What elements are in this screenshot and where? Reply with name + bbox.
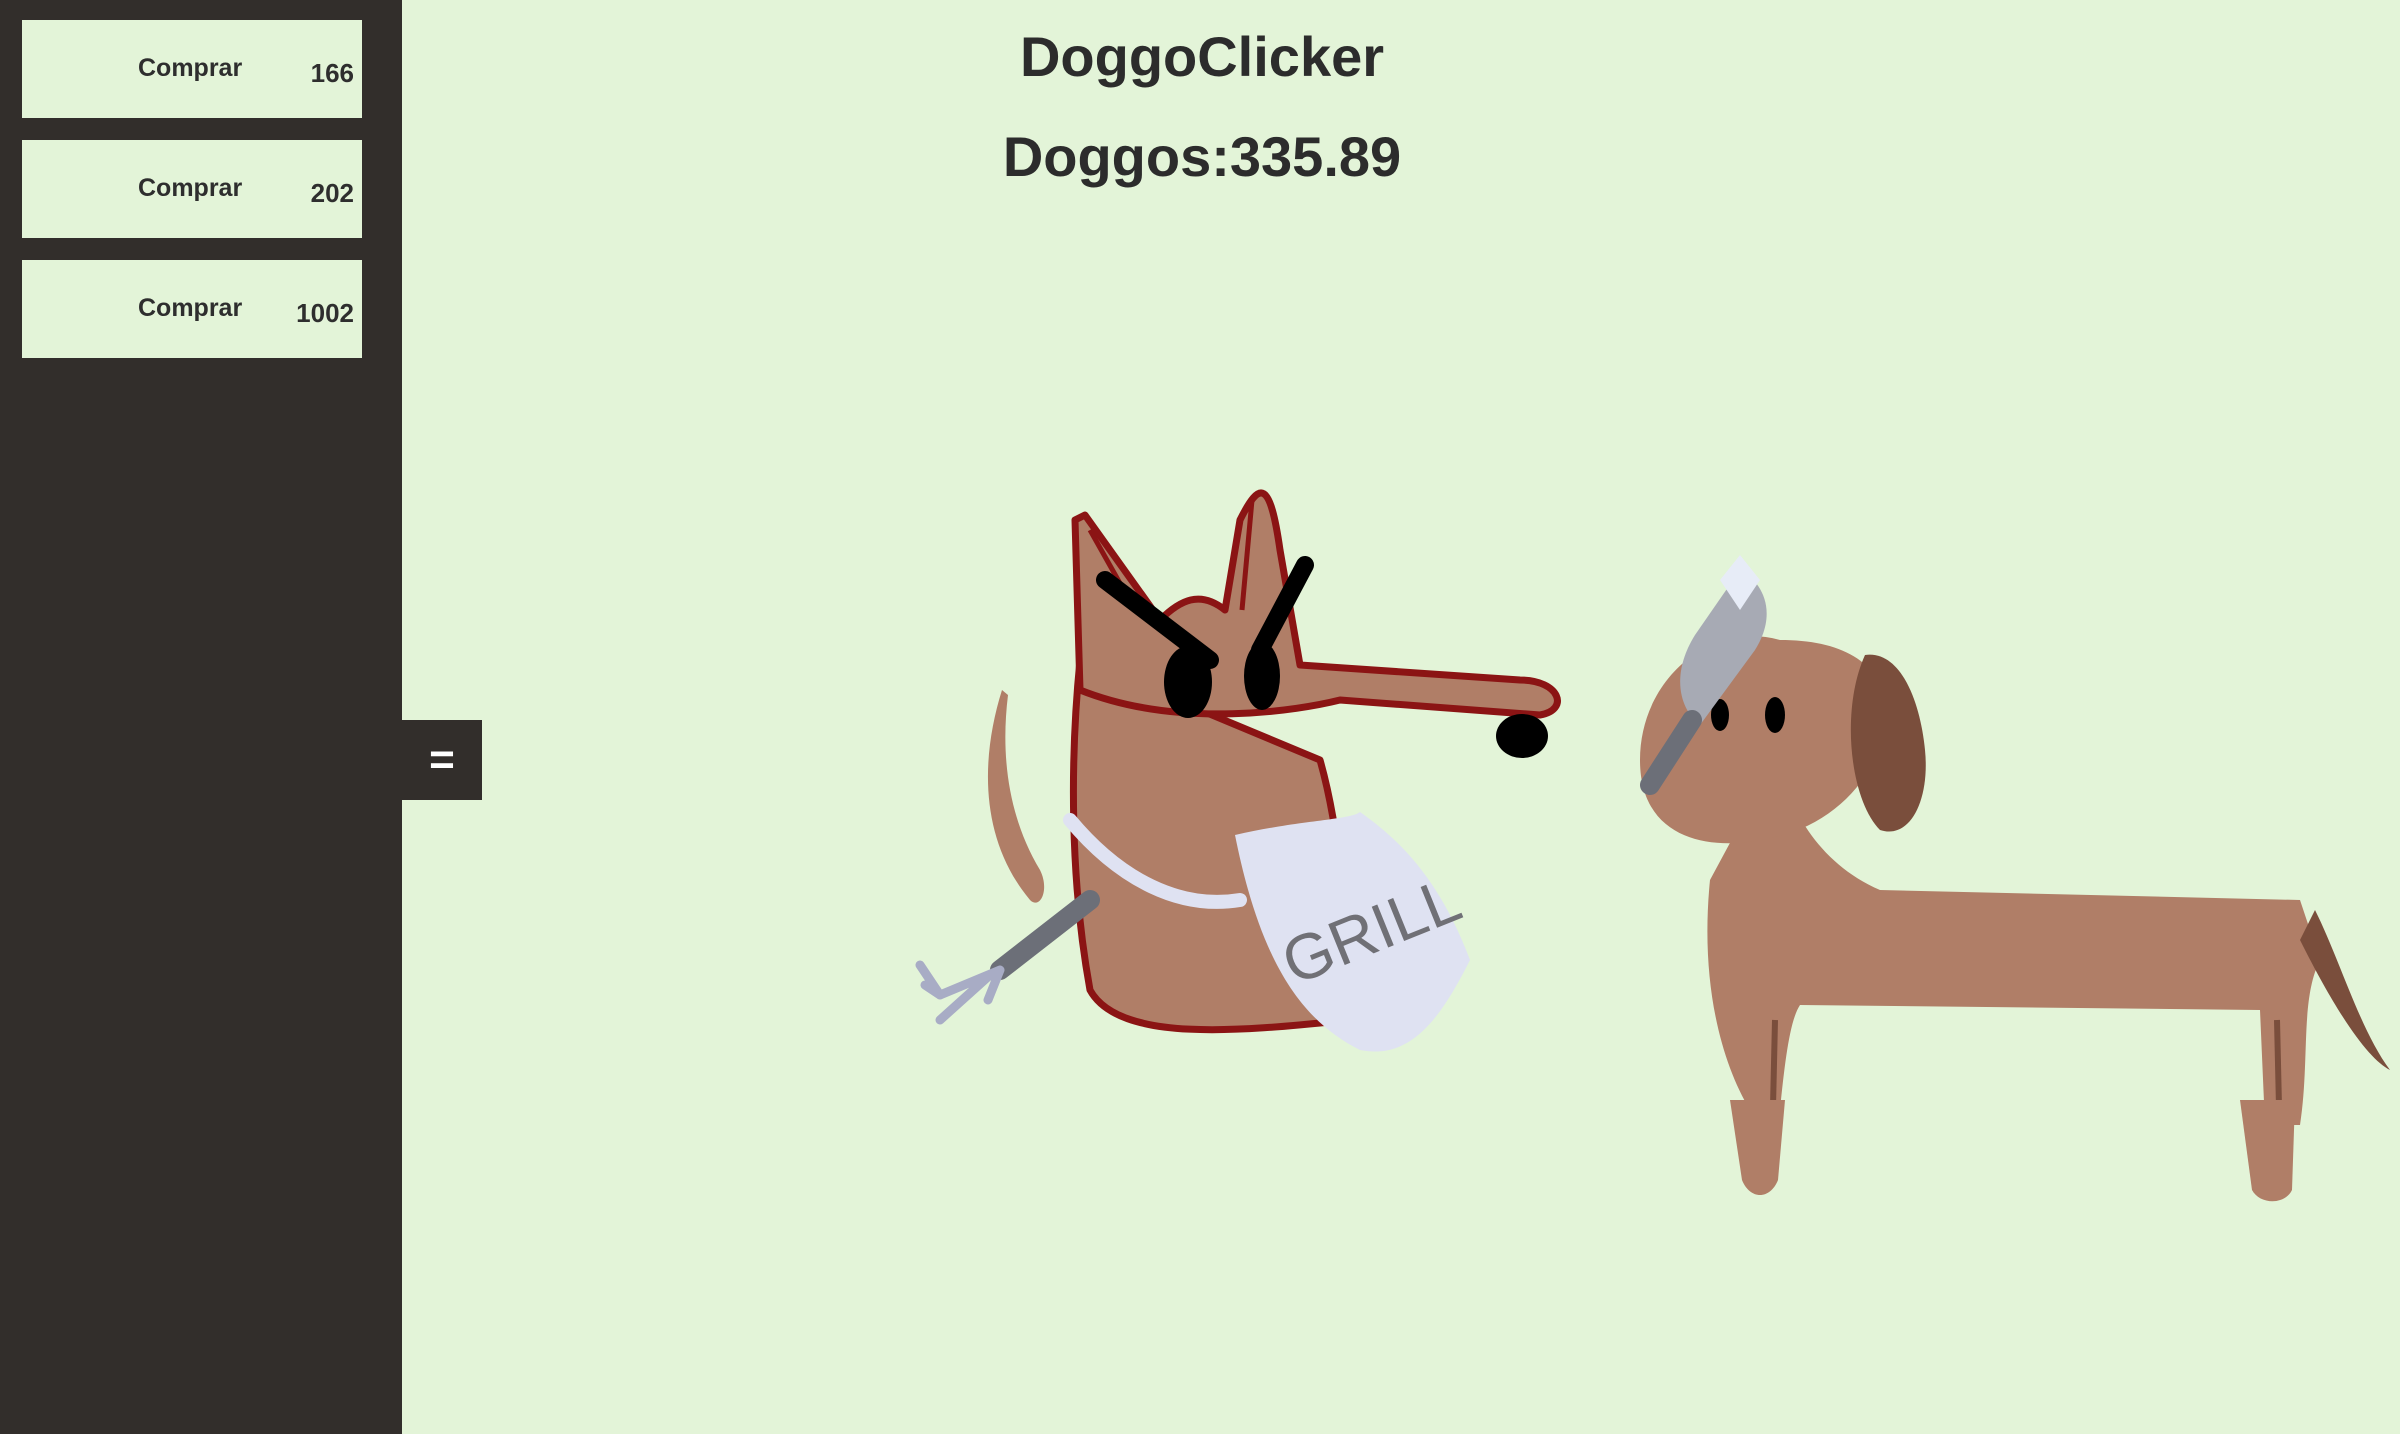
item-price: 202: [310, 178, 354, 208]
dachshund-dog: [1640, 555, 2390, 1202]
item-price: 166: [310, 58, 354, 88]
item-price: 1002: [296, 298, 354, 328]
shop-item-2-buy-button[interactable]: Comprar 202: [22, 140, 362, 238]
buy-label: Comprar: [138, 54, 243, 82]
shop-item-1-buy-button[interactable]: Comprar 166: [22, 20, 362, 118]
counter-label: Doggos:: [1002, 125, 1230, 188]
doggo-counter: Doggos:335.89: [952, 124, 1452, 189]
shop-item-3-buy-button[interactable]: Comprar 1002: [22, 260, 362, 358]
app-root: Comprar 166 Comprar 202 Comprar 1002 = D…: [0, 0, 2400, 1434]
buy-label: Comprar: [138, 174, 243, 202]
buy-label: Comprar: [138, 294, 243, 322]
shop-sidebar: Comprar 166 Comprar 202 Comprar 1002: [0, 0, 402, 1434]
chef-dog: GRILL: [915, 489, 1561, 1052]
counter-value: 335.89: [1229, 125, 1402, 188]
sidebar-toggle-button[interactable]: =: [402, 720, 482, 800]
doggo-click-target[interactable]: GRILL: [880, 460, 2400, 1240]
game-title: DoggoClicker: [1019, 25, 1385, 88]
